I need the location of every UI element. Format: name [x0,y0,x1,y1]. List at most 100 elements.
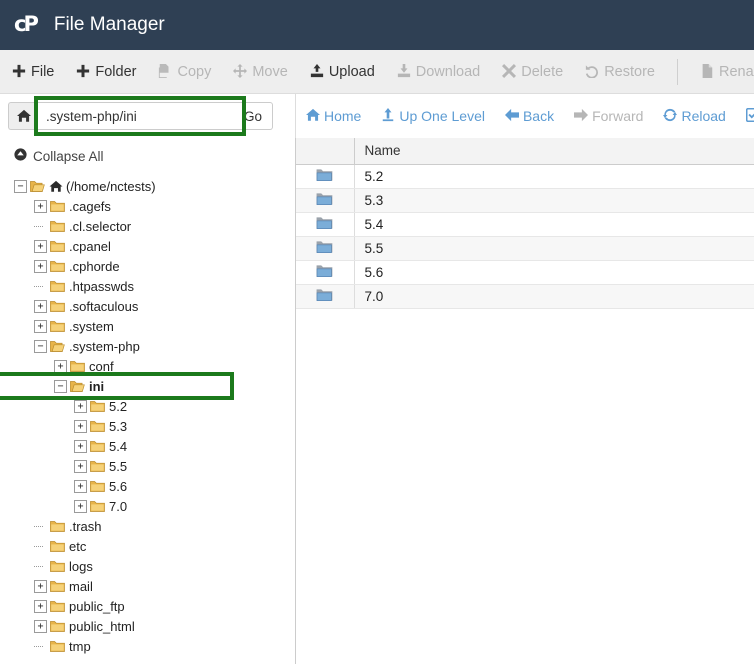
expand-icon[interactable]: + [34,259,47,273]
column-header-name[interactable]: Name [354,138,754,165]
filenav-reload-button[interactable]: Reload [663,108,726,124]
tree-children: + conf − ini +5.2 +5.3 +5.4 +5.5 +5.6 +7.0 [34,356,295,516]
expand-icon[interactable]: + [34,599,47,613]
tree-item-cagefs[interactable]: + .cagefs [34,196,295,216]
tree-item-5.6[interactable]: +5.6 [74,476,295,496]
tree-node: +5.3 [74,416,295,436]
filenav-up-one-level-button[interactable]: Up One Level [381,108,485,124]
tree-item-logs[interactable]: logs [34,556,295,576]
tree-item-5.3[interactable]: +5.3 [74,416,295,436]
tree-item-ini[interactable]: − ini [54,376,295,396]
folder-icon [316,192,333,209]
row-name-cell[interactable]: 5.5 [354,236,754,261]
expand-icon[interactable]: + [74,459,87,473]
filenav-sel-button[interactable]: Sel [745,107,754,124]
filenav-button-label: Home [324,108,362,124]
tree-item-7.0[interactable]: +7.0 [74,496,295,516]
expand-icon[interactable]: + [34,319,47,333]
expand-icon[interactable]: + [74,439,87,453]
expand-icon[interactable]: + [34,299,47,313]
collapse-icon[interactable]: − [54,379,67,393]
tree-node: +5.2 [74,396,295,416]
tree-item-tmp[interactable]: tmp [34,636,295,656]
tree-node: − .system-php + conf − ini +5.2 +5.3 +5.4 +5.5 +5.… [34,336,295,516]
file-list-header-row: Name [296,138,754,165]
folder-icon [90,500,105,513]
toolbar-upload-button[interactable]: Upload [310,63,375,80]
tree-item-label: 5.6 [109,478,128,494]
tree-item-softaculous[interactable]: + .softaculous [34,296,295,316]
filenav-home-button[interactable]: Home [306,108,361,124]
tree-node: .htpasswds [34,276,295,296]
expand-icon[interactable]: + [74,479,87,493]
table-row[interactable]: 5.3 [296,188,754,213]
expand-icon[interactable]: + [34,579,47,593]
toolbar-folder-button[interactable]: Folder [76,64,136,80]
expand-icon[interactable]: + [34,239,47,253]
row-name-cell[interactable]: 5.6 [354,260,754,285]
expand-icon[interactable]: + [74,419,87,433]
table-row[interactable]: 7.0 [296,284,754,309]
column-header-icon[interactable] [296,138,355,165]
table-row[interactable]: 5.6 [296,260,754,285]
tree-item-label: 7.0 [109,498,128,514]
toolbar-rename-button: Rename [700,63,754,80]
expand-icon[interactable]: + [34,619,47,633]
tree-item-htpasswds[interactable]: .htpasswds [34,276,295,296]
tree-item-home-nctests-[interactable]: − (/home/nctests) [14,176,295,196]
tree-item-cl.selector[interactable]: .cl.selector [34,216,295,236]
collapse-all-button[interactable]: Collapse All [14,148,295,164]
collapse-icon[interactable]: − [14,179,27,193]
tree-item-cpanel[interactable]: + .cpanel [34,236,295,256]
folder-icon [50,620,65,633]
tree-item-system[interactable]: + .system [34,316,295,336]
row-name-cell[interactable]: 5.4 [354,212,754,237]
tree-toggle-placeholder [34,280,47,293]
tree-item-conf[interactable]: + conf [54,356,295,376]
tree-item-trash[interactable]: .trash [34,516,295,536]
go-button[interactable]: Go [234,102,274,130]
tree-node: + public_ftp [34,596,295,616]
toolbar-button-label: Copy [177,63,212,80]
filenav-button-label: Up One Level [399,108,485,124]
tree-item-label: ini [89,378,105,394]
tree-item-public-ftp[interactable]: + public_ftp [34,596,295,616]
move-icon [233,63,248,80]
tree-item-mail[interactable]: + mail [34,576,295,596]
tree-item-public-html[interactable]: + public_html [34,616,295,636]
tree-item-5.2[interactable]: +5.2 [74,396,295,416]
expand-icon[interactable]: + [54,359,67,373]
expand-icon[interactable]: + [74,499,87,513]
file-list-body: 5.2 5.3 5.4 5.5 5.6 7.0 [296,164,754,309]
tree-node: +5.4 [74,436,295,456]
path-input[interactable] [38,102,234,130]
row-name-cell[interactable]: 7.0 [354,284,754,309]
tree-item-etc[interactable]: etc [34,536,295,556]
row-name-cell[interactable]: 5.3 [354,188,754,213]
table-row[interactable]: 5.2 [296,164,754,189]
folder-icon [90,480,105,493]
home-icon [49,180,63,193]
collapse-icon[interactable]: − [34,339,47,353]
table-row[interactable]: 5.5 [296,236,754,261]
tree-item-system-php[interactable]: − .system-php [34,336,295,356]
tree-item-label: etc [69,538,87,554]
tree-item-label: conf [89,358,114,374]
tree-item-5.5[interactable]: +5.5 [74,456,295,476]
tree-item-cphorde[interactable]: + .cphorde [34,256,295,276]
tree-item-label: .system [69,318,114,334]
row-name-cell[interactable]: 5.2 [354,164,754,189]
navigation-row: Go Home Up One Level Back Forward Reload Sel [0,94,754,138]
app-header: cP File Manager [0,0,754,50]
folder-icon [316,168,333,185]
table-row[interactable]: 5.4 [296,212,754,237]
file-icon [700,63,714,80]
tree-item-label: .cagefs [69,198,111,214]
home-icon[interactable] [8,102,38,130]
folder-icon [50,520,65,533]
tree-item-5.4[interactable]: +5.4 [74,436,295,456]
toolbar-file-button[interactable]: File [12,64,54,80]
expand-icon[interactable]: + [74,399,87,413]
filenav-back-button[interactable]: Back [504,108,554,124]
expand-icon[interactable]: + [34,199,47,213]
